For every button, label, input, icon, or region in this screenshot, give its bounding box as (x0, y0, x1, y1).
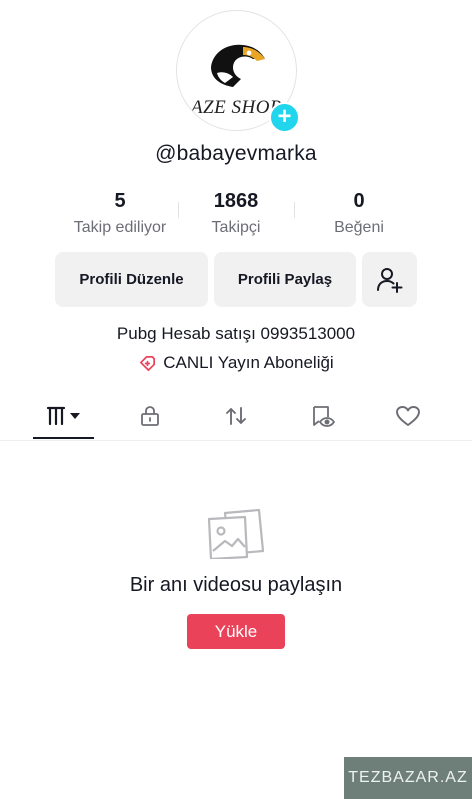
live-subscription-label: CANLI Yayın Aboneliği (163, 353, 334, 372)
grid-icon (46, 406, 80, 426)
followers-count: 1868 (213, 190, 259, 212)
following-label: Takip ediliyor (73, 219, 167, 236)
followers-stat[interactable]: 1868 Takipçi (177, 190, 295, 237)
following-stat[interactable]: 5 Takip ediliyor (55, 190, 185, 237)
tab-liked[interactable] (378, 395, 438, 437)
edit-profile-button[interactable]: Profili Düzenle (55, 252, 208, 307)
bookmark-eye-icon (313, 406, 335, 427)
followers-label: Takipçi (211, 219, 261, 236)
add-avatar-button[interactable]: + (269, 102, 300, 133)
profile-bio: Pubg Hesab satışı 0993513000 (116, 324, 356, 343)
profile-stats: 5 Takip ediliyor 1868 Takipçi 0 Beğeni (55, 190, 417, 240)
following-count: 5 (114, 190, 126, 212)
empty-state-title: Bir anı videosu paylaşın (129, 574, 343, 596)
likes-label: Beğeni (334, 219, 384, 236)
tab-videos[interactable] (33, 395, 94, 437)
profile-avatar-area[interactable]: AZE SHOP + (176, 10, 300, 133)
profile-tabs (0, 395, 472, 441)
tab-reposts[interactable] (206, 395, 266, 437)
live-subscription-link[interactable]: CANLI Yayın Aboneliği (0, 353, 472, 373)
add-friend-button[interactable] (362, 252, 417, 307)
repost-icon (226, 407, 246, 425)
likes-count: 0 (353, 190, 365, 212)
share-profile-button[interactable]: Profili Paylaş (214, 252, 356, 307)
upload-button[interactable]: Yükle (187, 614, 285, 649)
eagle-logo-icon (211, 44, 265, 87)
add-user-icon (376, 267, 402, 293)
heart-icon (396, 406, 420, 426)
tab-active-indicator (33, 437, 94, 439)
tab-private[interactable] (120, 395, 180, 437)
stats-divider (294, 202, 295, 218)
stats-divider (178, 202, 179, 218)
lock-icon (141, 406, 159, 426)
username: @babayevmarka (155, 142, 317, 165)
site-watermark: TEZBAZAR.AZ (344, 757, 472, 799)
tab-favorites[interactable] (292, 395, 352, 437)
photo-gallery-icon (207, 508, 265, 559)
live-subscription-icon (140, 355, 156, 371)
likes-stat[interactable]: 0 Beğeni (298, 190, 420, 237)
